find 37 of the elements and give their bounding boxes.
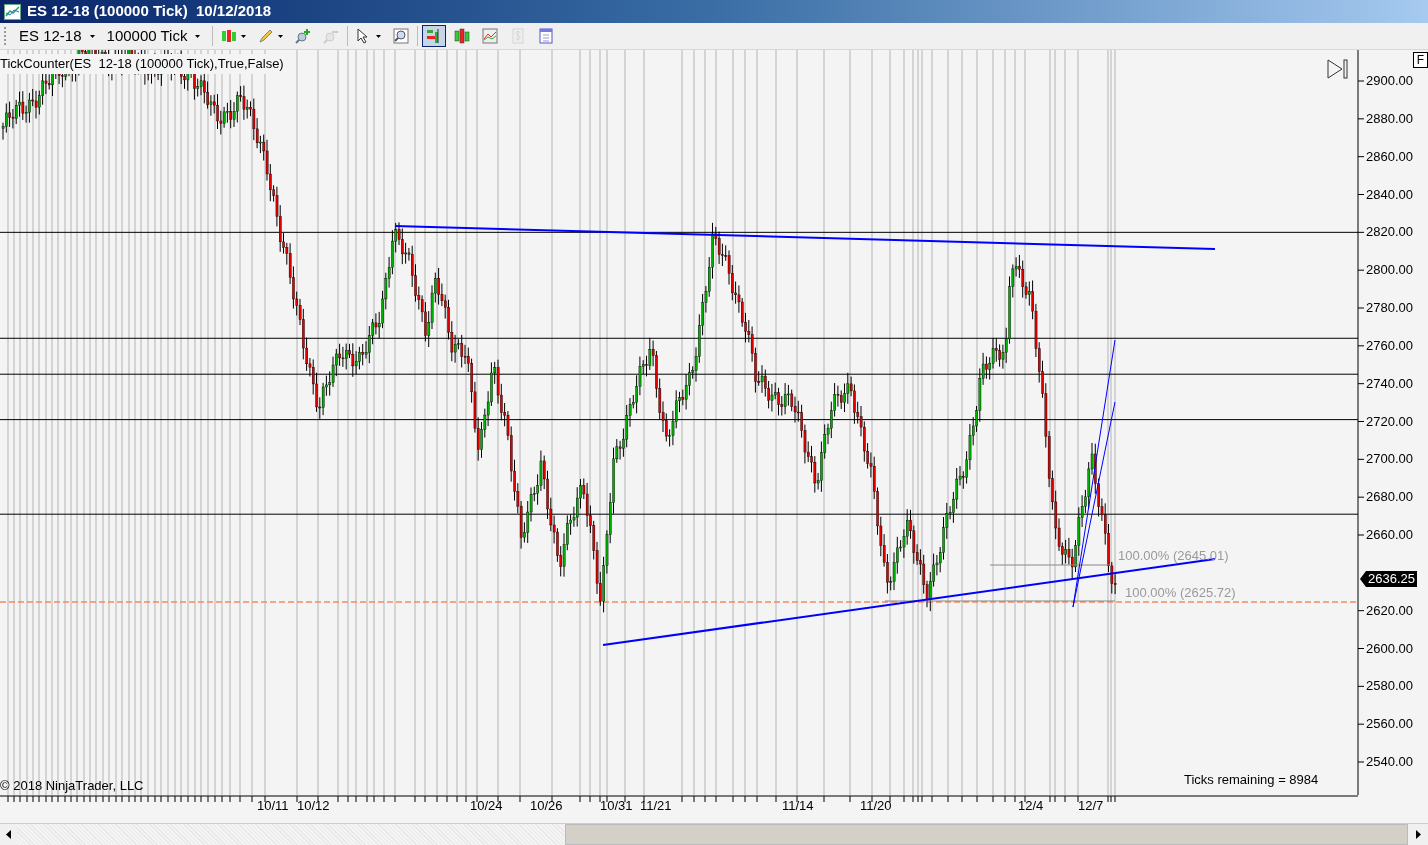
price-axis-label: 2900.00	[1366, 73, 1413, 88]
date-axis-label: 12/7	[1078, 798, 1104, 813]
price-axis-label: 2880.00	[1366, 110, 1413, 126]
price-axis-label: 2560.00	[1366, 716, 1413, 732]
price-axis-label: 2820.00	[1366, 224, 1413, 240]
period-dropdown[interactable]: 100000 Tick	[102, 24, 205, 48]
date-axis-label: 10/11	[257, 798, 289, 813]
date-axis-label: 11/21	[640, 798, 672, 813]
price-axis-label: 2660.00	[1366, 527, 1413, 542]
copyright-text: © 2018 NinjaTrader, LLC	[0, 777, 144, 795]
window-title: ES 12-18 (100000 Tick) 10/12/2018	[27, 1, 272, 22]
price-axis-label: 2760.00	[1366, 337, 1413, 353]
instrument-dropdown[interactable]: ES 12-18	[15, 24, 99, 48]
price-axis-label: 2540.00	[1366, 754, 1413, 769]
corner-button[interactable]: F	[1413, 52, 1428, 68]
date-axis-label: 10/31	[600, 798, 633, 813]
price-axis-label: 2780.00	[1366, 300, 1413, 315]
date-axis-label: 10/24	[470, 798, 503, 813]
indicator-label: TickCounter(ES 12-18 (100000 Tick),True,False)	[0, 54, 284, 74]
date-axis-label: 12/4	[1018, 798, 1044, 813]
price-axis-label: 2840.00	[1366, 186, 1413, 202]
fibonacci-label: 100.00% (2625.72)	[1125, 584, 1236, 602]
date-axis-label: 10/12	[297, 798, 330, 813]
price-axis-label: 2860.00	[1366, 148, 1413, 164]
price-axis-label: 2700.00	[1366, 451, 1413, 467]
price-axis-label: 2680.00	[1366, 489, 1413, 505]
price-axis-label: 2600.00	[1366, 640, 1413, 656]
price-axis-label: 2620.00	[1366, 602, 1413, 618]
price-axis-label: 2800.00	[1366, 262, 1413, 278]
ticks-remaining-text: Ticks remaining = 8984	[1184, 771, 1319, 789]
date-axis-label: 11/20	[860, 798, 892, 813]
price-axis-label: 2740.00	[1366, 375, 1413, 391]
price-axis-label: 2580.00	[1366, 678, 1413, 694]
date-axis-label: 10/26	[530, 798, 563, 813]
price-axis-label: 2720.00	[1366, 413, 1413, 429]
date-axis-label: 11/14	[782, 798, 814, 813]
fibonacci-label: 100.00% (2645.01)	[1118, 547, 1229, 565]
